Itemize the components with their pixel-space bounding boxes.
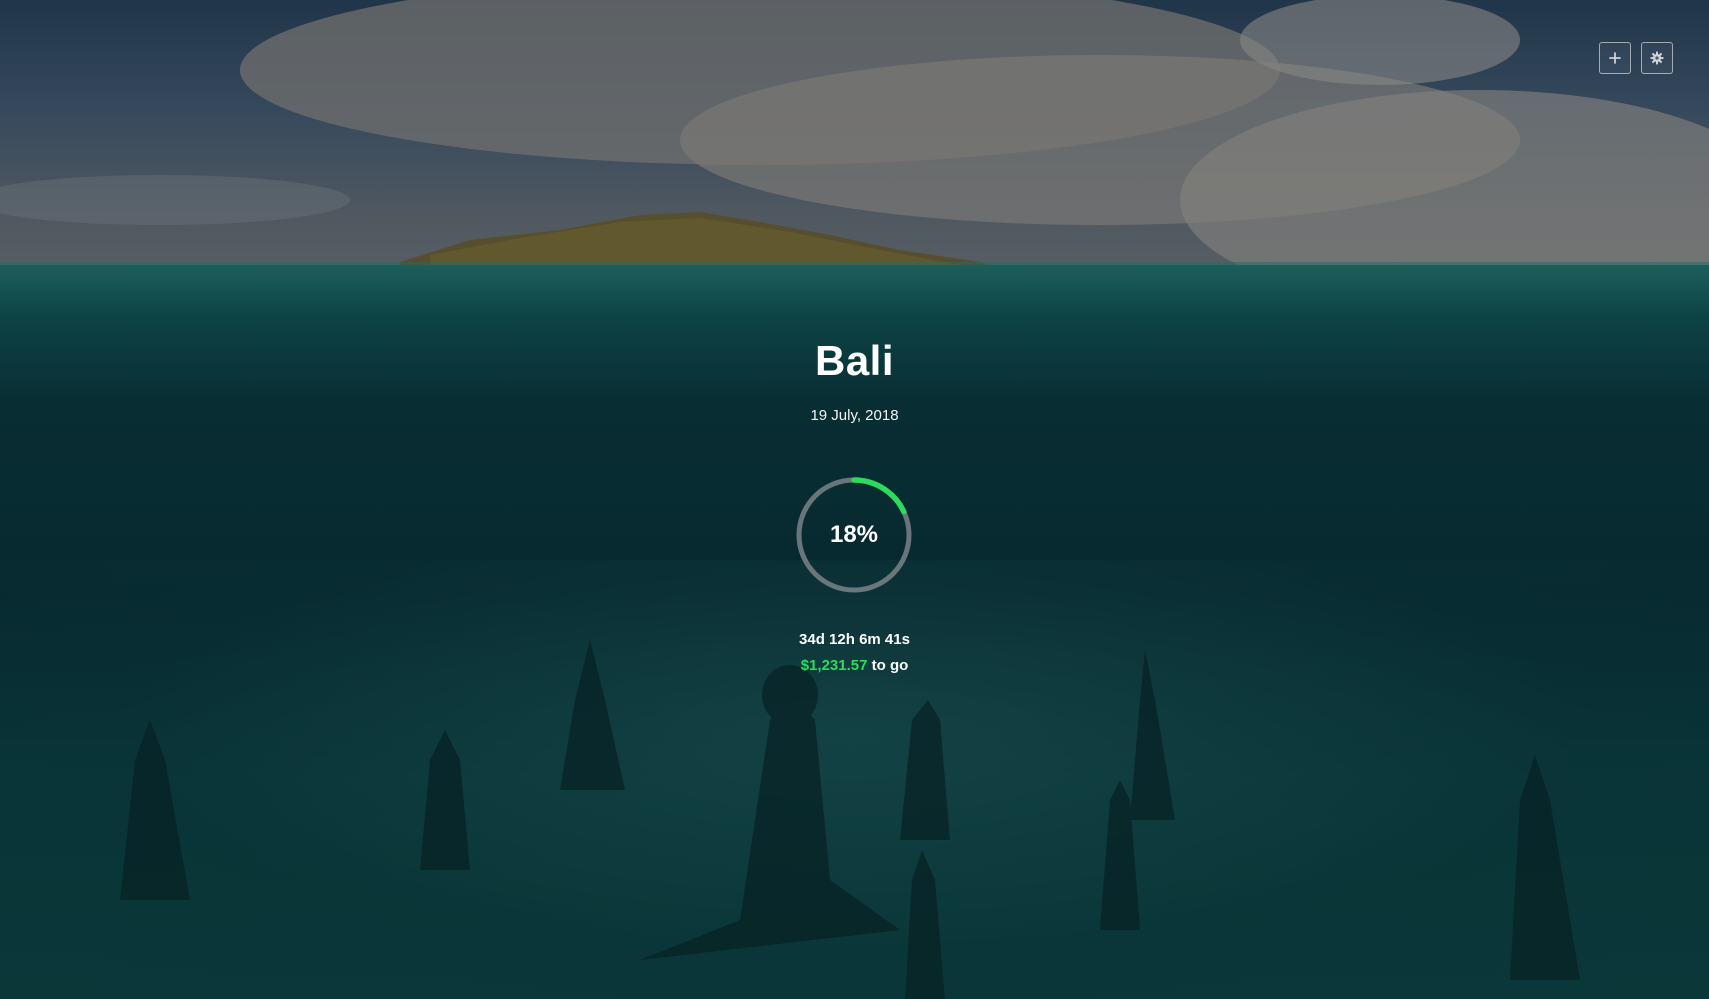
add-goal-button[interactable] [1599, 42, 1631, 74]
amount-suffix: to go [867, 657, 909, 674]
progress-ring: 18% [795, 476, 913, 594]
progress-percent: 18% [829, 521, 879, 548]
goal-title: Bali [814, 337, 895, 384]
gear-icon [1650, 51, 1664, 65]
settings-button[interactable] [1641, 42, 1673, 74]
amount-remaining: $1,231.57 to go [0, 658, 1709, 673]
countdown-timer: 34d 12h 6m 41s [799, 631, 910, 648]
plus-icon [1609, 52, 1621, 64]
goal-date: 19 July, 2018 [810, 407, 899, 424]
amount-value: $1,231.57 [800, 657, 868, 674]
app-screen: Bali 19 July, 2018 18% 34d 12h 6m 41s $1… [0, 0, 1709, 999]
toolbar [1599, 42, 1673, 74]
